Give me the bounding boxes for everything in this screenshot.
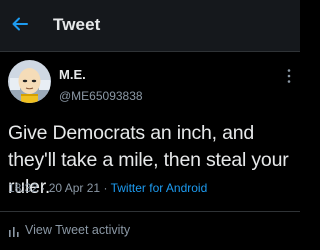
top-bar: Tweet (0, 0, 300, 52)
page-title: Tweet (53, 15, 101, 34)
back-arrow-icon[interactable] (10, 14, 30, 34)
meta-separator: · (103, 181, 108, 195)
tweet-meta: 18:32 · 20 Apr 21 · Twitter for Android (8, 181, 207, 195)
tweet-source-link[interactable]: Twitter for Android (111, 181, 208, 195)
tweet-date: 20 Apr 21 (48, 181, 101, 195)
activity-label: View Tweet activity (25, 223, 131, 237)
bar-chart-icon (9, 227, 19, 237)
meta-separator: · (41, 181, 46, 195)
tweet-time: 18:32 (8, 181, 39, 195)
more-vertical-icon[interactable] (286, 68, 292, 84)
avatar[interactable] (8, 60, 51, 103)
display-name[interactable]: M.E. (59, 67, 86, 82)
avatar-image (8, 60, 51, 103)
divider (0, 211, 300, 212)
user-handle[interactable]: @ME65093838 (59, 89, 143, 103)
